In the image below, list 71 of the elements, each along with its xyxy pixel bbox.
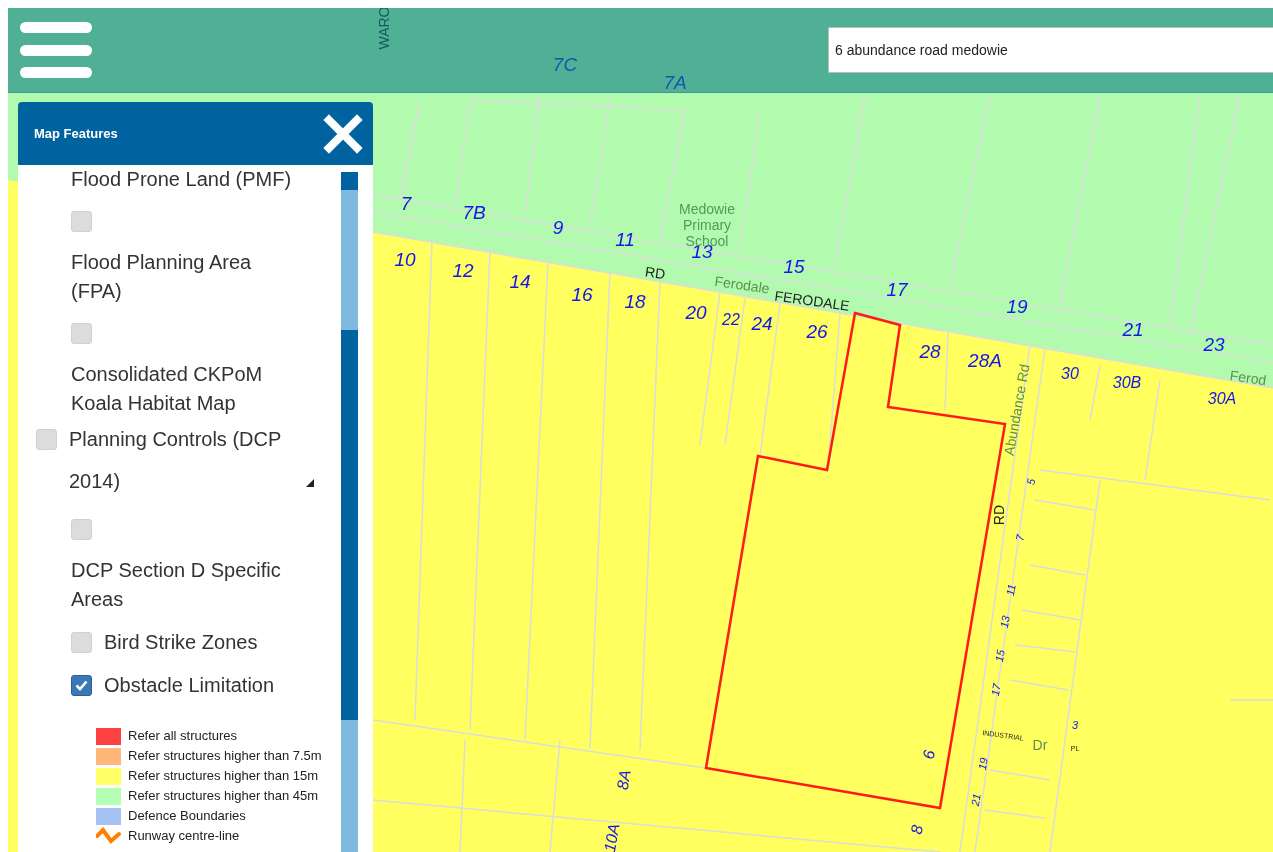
lot-number: 12 — [452, 260, 474, 281]
lot-number: 23 — [1203, 334, 1225, 355]
lot-number: 7A — [663, 72, 687, 93]
lot-number: 15 — [783, 256, 805, 277]
lot-number: 22 — [722, 311, 740, 329]
collapse-triangle-icon[interactable] — [305, 478, 315, 488]
lot-number: 7 — [400, 193, 412, 214]
lot-number: 6 — [919, 748, 938, 761]
layer-label: Flood Planning Area (FPA) — [71, 250, 253, 304]
layer-label: Bird Strike Zones — [104, 630, 258, 655]
lot-number: 26 — [806, 321, 828, 342]
layer-label: Consolidated CKPoM Koala Habitat Map — [71, 362, 264, 416]
place-label: Primary — [682, 216, 732, 233]
layer-label: Obstacle Limitation — [104, 673, 275, 698]
checkbox[interactable] — [71, 675, 92, 696]
scroll-up-button[interactable] — [341, 172, 358, 190]
street-label: FERODALE — [773, 287, 851, 314]
lot-number: 20 — [685, 302, 707, 323]
lot-number: 3 — [1071, 718, 1079, 731]
lot-number: 28 — [919, 341, 941, 362]
lot-number: 18 — [624, 291, 646, 312]
legend-label: Refer structures higher than 15m — [128, 767, 319, 786]
street-label: RD — [644, 263, 667, 283]
lot-number: 17 — [988, 682, 1003, 697]
lot-number: 10 — [394, 249, 416, 270]
lot-number: 13 — [997, 614, 1012, 629]
lot-number: 15 — [992, 648, 1007, 663]
menu-icon[interactable] — [20, 22, 92, 78]
checkmark-icon — [74, 678, 89, 693]
lot-number: 5 — [1024, 477, 1038, 486]
layer-label: DCP Section D Specific Areas — [71, 558, 282, 612]
lot-number: 30 — [1061, 365, 1079, 383]
close-icon[interactable] — [323, 113, 363, 154]
layer-label: Flood Prone Land (PMF) — [71, 168, 292, 190]
panel-title: Map Features — [34, 124, 118, 143]
street-label: Abundance Rd — [1000, 362, 1033, 457]
legend-label: Refer structures higher than 7.5m — [128, 747, 322, 766]
street-label: Ferodale — [713, 272, 771, 297]
lot-number: 19 — [975, 756, 990, 771]
legend-label: Refer structures higher than 45m — [128, 787, 319, 806]
legend-label: Defence Boundaries — [128, 807, 246, 826]
lot-number: 14 — [509, 271, 531, 292]
lot-number: 30A — [1207, 390, 1237, 408]
place-label: Medowie — [679, 200, 735, 217]
lot-number: 10A — [600, 822, 623, 852]
lot-number: 17 — [886, 279, 908, 300]
lot-number: 11 — [1004, 583, 1018, 597]
lot-number: 21 — [968, 792, 983, 807]
lot-number: 19 — [1006, 296, 1028, 317]
search-field[interactable]: 6 abundance road medowie — [828, 27, 1273, 73]
lot-number: 24 — [751, 313, 773, 334]
lot-number: 9 — [552, 217, 564, 238]
legend-label: Runway centre-line — [128, 827, 240, 846]
lot-number: 21 — [1122, 319, 1144, 340]
lot-number: 7 — [1013, 533, 1027, 542]
lot-number: 8 — [907, 823, 926, 836]
street-label: Dr — [1032, 736, 1048, 753]
scrollbar-thumb[interactable] — [341, 330, 358, 720]
lot-number: 16 — [571, 284, 593, 305]
legend-label: Refer all structures — [128, 727, 238, 746]
lot-number: 7C — [552, 54, 578, 75]
scrollbar[interactable] — [341, 172, 358, 852]
lot-number: 28A — [968, 350, 1002, 371]
lot-number: 11 — [615, 229, 635, 250]
street-label: RD — [990, 504, 1007, 526]
street-label: WARO — [375, 8, 392, 50]
lot-number: 7B — [462, 202, 486, 223]
lot-number: 30B — [1112, 374, 1142, 392]
lot-number: 8A — [613, 768, 634, 791]
street-label: Ferod — [1228, 367, 1268, 389]
layer-group-label: Planning Controls (DCP 2014) — [69, 427, 282, 494]
